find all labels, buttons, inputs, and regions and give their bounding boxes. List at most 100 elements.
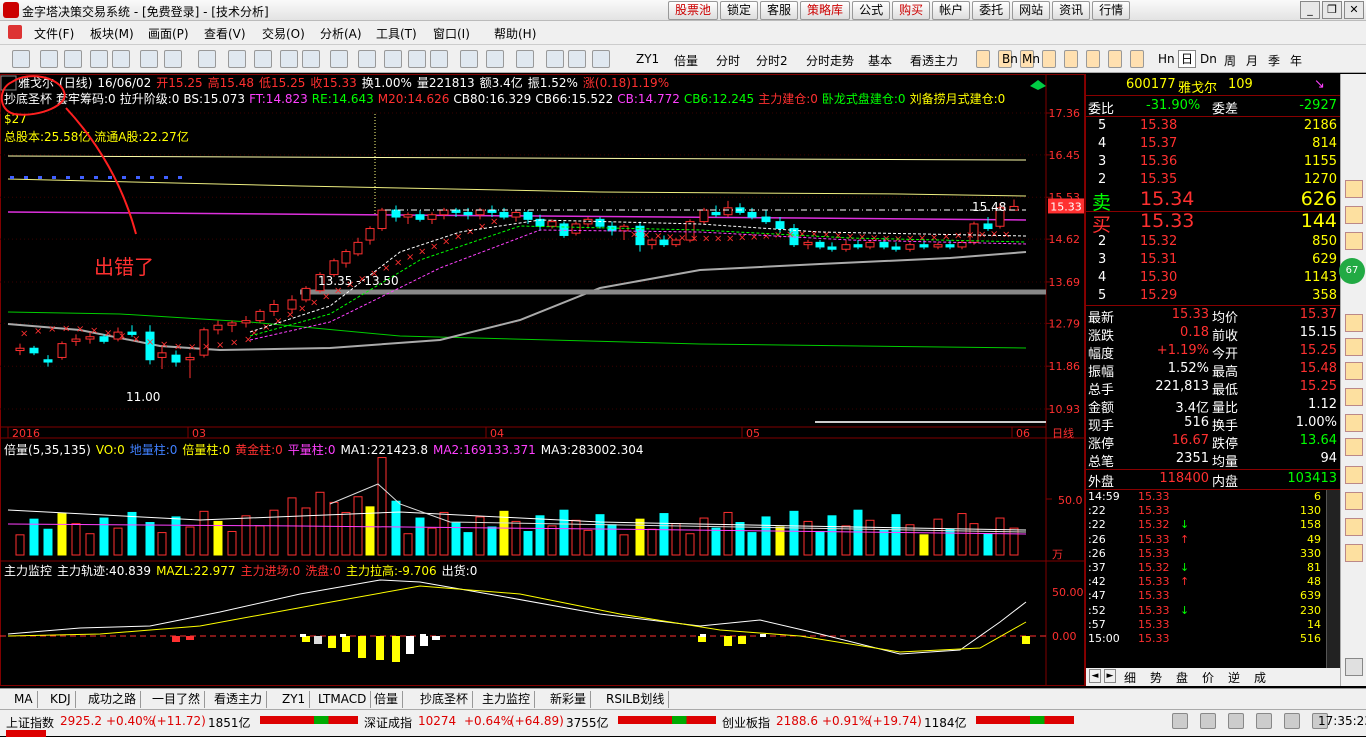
top-button-9[interactable]: 资讯 (1052, 1, 1091, 20)
sidebar-tool-icon-6[interactable] (1345, 388, 1363, 406)
toolbar-icon-7[interactable] (198, 50, 216, 68)
menu-item-8[interactable]: 帮助(H) (494, 25, 536, 42)
menu-item-0[interactable]: 文件(F) (34, 25, 74, 42)
toolbar-icon-17[interactable] (460, 50, 478, 68)
menu-item-6[interactable]: 工具(T) (376, 25, 417, 42)
toolbar-icon-2[interactable] (64, 50, 82, 68)
indicator-tab-6[interactable]: LTMACD (314, 691, 372, 708)
period-6[interactable]: 月 (1246, 52, 1258, 69)
toolbar-icon-13[interactable] (358, 50, 376, 68)
toolbar-icon-20[interactable] (546, 50, 564, 68)
top-button-0[interactable]: 股票池 (668, 1, 719, 20)
period-8[interactable]: 年 (1290, 52, 1302, 69)
indicator-tab-4[interactable]: 看透主力 (210, 691, 268, 708)
toolbar-icon-18[interactable] (486, 50, 504, 68)
sidebar-tool-icon-8[interactable] (1345, 438, 1363, 456)
quote-tab-1[interactable]: 势 (1150, 669, 1162, 686)
toolbar-icon-5[interactable] (140, 50, 158, 68)
sidebar-badge-icon[interactable]: 67 (1339, 258, 1365, 284)
quote-tab-5[interactable]: 成 (1254, 669, 1266, 686)
indicator-tab-8[interactable]: 抄底圣杯 (416, 691, 474, 708)
menu-item-5[interactable]: 分析(A) (320, 25, 362, 42)
menu-item-1[interactable]: 板块(M) (90, 25, 134, 42)
sidebar-scroll-down-icon[interactable] (1345, 658, 1363, 676)
period-7[interactable]: 季 (1268, 52, 1280, 69)
menu-item-7[interactable]: 窗口(I) (433, 25, 470, 42)
top-button-7[interactable]: 委托 (972, 1, 1011, 20)
sidebar-tool-icon-9[interactable] (1345, 466, 1363, 484)
sidebar-tool-icon-10[interactable] (1345, 492, 1363, 510)
top-button-2[interactable]: 客服 (760, 1, 799, 20)
minimize-button[interactable]: _ (1300, 1, 1320, 19)
sidebar-tool-icon-3[interactable] (1345, 314, 1363, 332)
indicator-tab-7[interactable]: 倍量 (370, 691, 404, 708)
quote-tab-4[interactable]: 逆 (1228, 669, 1240, 686)
toolbar-btn-4[interactable]: 分时走势 (806, 52, 854, 69)
indicator-tab-9[interactable]: 主力监控 (478, 691, 536, 708)
sidebar-tool-icon-4[interactable] (1345, 338, 1363, 356)
period-icon-5[interactable] (1086, 50, 1100, 68)
period-icon-4[interactable] (1064, 50, 1078, 68)
toolbar-icon-11[interactable] (302, 50, 320, 68)
sh-name[interactable]: 上证指数 (6, 714, 54, 731)
toolbar-btn-6[interactable]: 看透主力 (910, 52, 958, 69)
period-icon-0[interactable] (976, 50, 990, 68)
toolbar-icon-14[interactable] (384, 50, 402, 68)
top-button-8[interactable]: 网站 (1012, 1, 1051, 20)
cy-name[interactable]: 创业板指 (722, 714, 770, 731)
toolbar-icon-0[interactable] (12, 50, 30, 68)
indicator-tab-5[interactable]: ZY1 (278, 691, 311, 708)
quote-tab-0[interactable]: 细 (1124, 669, 1136, 686)
indicator-tab-3[interactable]: 一目了然 (148, 691, 206, 708)
toolbar-icon-12[interactable] (330, 50, 348, 68)
toolbar-icon-9[interactable] (254, 50, 272, 68)
quote-tab-3[interactable]: 价 (1202, 669, 1214, 686)
top-button-1[interactable]: 锁定 (720, 1, 759, 20)
quote-tab-2[interactable]: 盘 (1176, 669, 1188, 686)
indicator-tab-1[interactable]: KDJ (46, 691, 76, 708)
status-tool-icon-1[interactable] (1200, 713, 1216, 729)
chart-area[interactable]: 17.3616.4515.5314.6213.6912.7911.8610.93… (0, 74, 1085, 686)
period-5[interactable]: 周 (1224, 52, 1236, 69)
period-icon-3[interactable] (1042, 50, 1056, 68)
status-tool-icon-0[interactable] (1172, 713, 1188, 729)
toolbar-icon-16[interactable] (430, 50, 448, 68)
close-button[interactable]: ✕ (1344, 1, 1364, 19)
sidebar-tool-icon-2[interactable] (1345, 232, 1363, 250)
toolbar-icon-15[interactable] (408, 50, 426, 68)
menu-item-3[interactable]: 查看(V) (204, 25, 246, 42)
period-3[interactable]: 日 (1178, 50, 1197, 68)
toolbar-icon-3[interactable] (90, 50, 108, 68)
toolbar-icon-4[interactable] (112, 50, 130, 68)
top-button-3[interactable]: 策略库 (800, 1, 851, 20)
top-button-6[interactable]: 帐户 (932, 1, 971, 20)
toolbar-icon-1[interactable] (40, 50, 58, 68)
indicator-tab-11[interactable]: RSILB划线 (602, 691, 670, 708)
period-1[interactable]: Mn (1022, 52, 1040, 66)
sidebar-tool-icon-11[interactable] (1345, 518, 1363, 536)
period-2[interactable]: Hn (1158, 52, 1175, 66)
sz-name[interactable]: 深证成指 (364, 714, 412, 731)
tab-prev-icon[interactable]: ◄ (1089, 669, 1101, 683)
indicator-tab-2[interactable]: 成功之路 (84, 691, 142, 708)
toolbar-btn-5[interactable]: 基本 (868, 52, 892, 69)
period-0[interactable]: Bn (1002, 52, 1018, 66)
period-icon-6[interactable] (1108, 50, 1122, 68)
indicator-tab-0[interactable]: MA (10, 691, 38, 708)
period-4[interactable]: Dn (1200, 52, 1217, 66)
top-button-10[interactable]: 行情 (1092, 1, 1131, 20)
toolbar-btn-0[interactable]: ZY1 (636, 52, 659, 66)
sidebar-tool-icon-7[interactable] (1345, 414, 1363, 432)
period-icon-7[interactable] (1130, 50, 1144, 68)
toolbar-icon-19[interactable] (516, 50, 534, 68)
tick-scrollbar[interactable] (1326, 490, 1340, 668)
indicator-tab-10[interactable]: 新彩量 (546, 691, 592, 708)
status-tool-icon-3[interactable] (1256, 713, 1272, 729)
status-tool-icon-4[interactable] (1284, 713, 1300, 729)
toolbar-icon-8[interactable] (228, 50, 246, 68)
tab-next-icon[interactable]: ► (1104, 669, 1116, 683)
sidebar-tool-icon-1[interactable] (1345, 206, 1363, 224)
maximize-button[interactable]: ❐ (1322, 1, 1342, 19)
menu-item-4[interactable]: 交易(O) (262, 25, 305, 42)
toolbar-icon-21[interactable] (568, 50, 586, 68)
